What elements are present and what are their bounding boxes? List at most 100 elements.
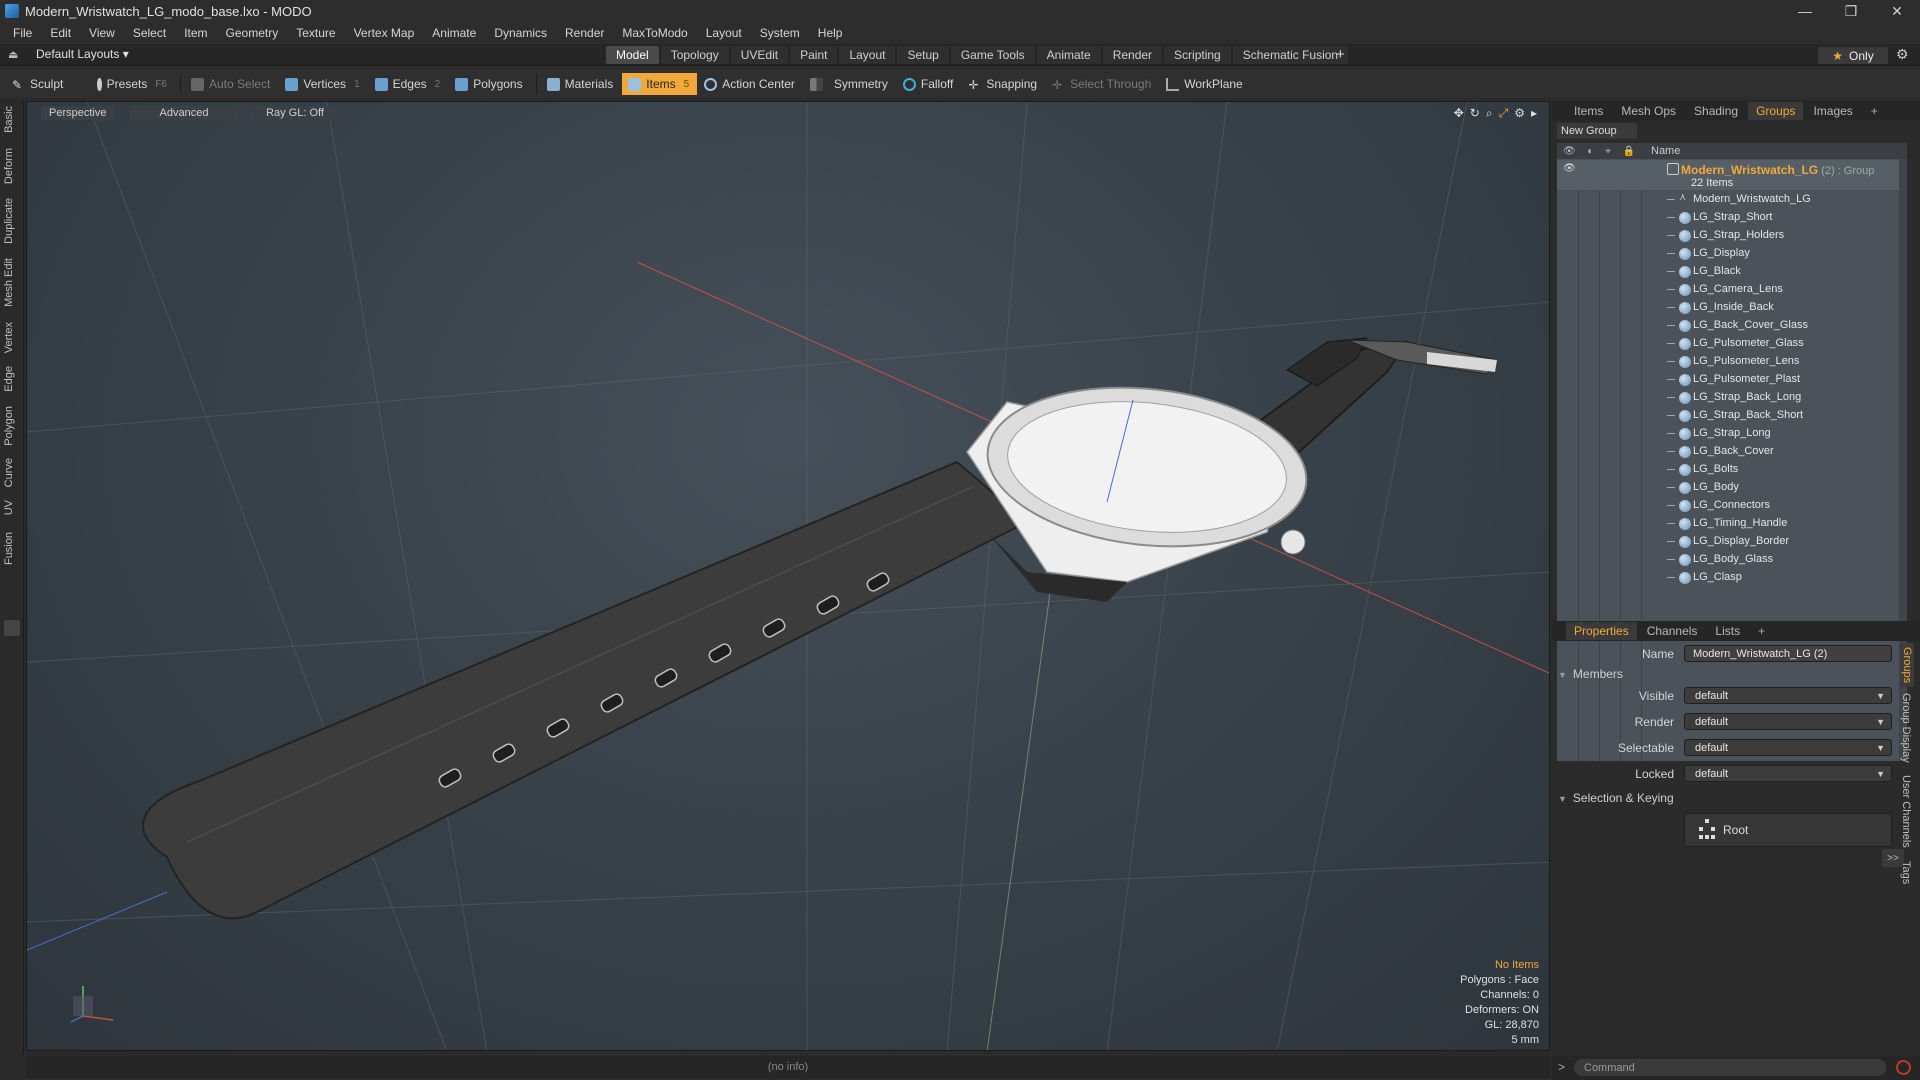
column-name[interactable]: Name (1641, 145, 1680, 157)
close-button[interactable]: ✕ (1874, 0, 1920, 22)
add-props-tab-icon[interactable]: + (1750, 622, 1773, 640)
group-member-row[interactable]: LG_Back_Cover_Glass (1557, 317, 1907, 335)
group-member-row[interactable]: LG_Black (1557, 263, 1907, 281)
3d-viewport[interactable]: Perspective Advanced Ray GL: Off ✥ ↻ ⌕ ⤢… (26, 101, 1550, 1051)
tab-properties[interactable]: Properties (1566, 622, 1637, 640)
tab-groups[interactable]: Groups (1748, 102, 1804, 120)
layout-select[interactable]: Default Layouts ▾ (36, 47, 129, 61)
render-icon[interactable]: ◐ (1587, 146, 1593, 157)
visible-select[interactable]: default ▼ (1684, 687, 1892, 704)
new-group-button[interactable]: New Group (1557, 123, 1637, 139)
tab-schematic-fusion[interactable]: Schematic Fusion (1232, 46, 1349, 64)
left-tab-edge[interactable]: Edge (3, 366, 15, 392)
items-button[interactable]: Items 5 (622, 73, 698, 95)
tab-topology[interactable]: Topology (660, 46, 729, 64)
auto-select-button[interactable]: Auto Select (185, 73, 278, 95)
selectable-select[interactable]: default ▼ (1684, 739, 1892, 756)
group-member-row[interactable]: ⋏ Modern_Wristwatch_LG (1557, 191, 1907, 209)
group-member-row[interactable]: LG_Connectors (1557, 497, 1907, 515)
left-tab-deform[interactable]: Deform (3, 148, 15, 184)
group-member-row[interactable]: LG_Strap_Back_Long (1557, 389, 1907, 407)
tab-scripting[interactable]: Scripting (1164, 46, 1231, 64)
group-member-row[interactable]: LG_Strap_Short (1557, 209, 1907, 227)
only-toggle[interactable]: ★ Only (1818, 47, 1888, 64)
group-member-row[interactable]: LG_Bolts (1557, 461, 1907, 479)
left-tab-mesh-edit[interactable]: Mesh Edit (3, 258, 15, 307)
add-panel-tab-icon[interactable]: + (1863, 102, 1886, 120)
minimize-button[interactable]: — (1782, 0, 1828, 22)
menu-item[interactable]: Item (177, 26, 218, 40)
materials-button[interactable]: Materials (541, 73, 622, 95)
menu-help[interactable]: Help (811, 26, 854, 40)
menu-select[interactable]: Select (126, 26, 177, 40)
left-tab-fusion[interactable]: Fusion (3, 532, 15, 565)
rotate-icon[interactable]: ↻ (1470, 106, 1480, 121)
tab-mesh-ops[interactable]: Mesh Ops (1613, 102, 1684, 120)
tab-model[interactable]: Model (606, 46, 659, 64)
tab-uvedit[interactable]: UVEdit (730, 46, 789, 64)
tab-shading[interactable]: Shading (1686, 102, 1746, 120)
tab-game-tools[interactable]: Game Tools (950, 46, 1035, 64)
raygl-toggle[interactable]: Ray GL: Off (249, 106, 341, 120)
left-panel-toggle[interactable] (4, 620, 20, 636)
menu-vertex-map[interactable]: Vertex Map (347, 26, 426, 40)
record-icon[interactable] (1896, 1060, 1911, 1075)
viewport-gear-icon[interactable]: ⚙ (1514, 106, 1525, 121)
menu-geometry[interactable]: Geometry (219, 26, 290, 40)
add-tab-icon[interactable]: + (1336, 46, 1345, 63)
advanced-toggle[interactable]: Advanced (129, 106, 239, 120)
left-tab-uv[interactable]: UV (3, 500, 15, 515)
tab-images[interactable]: Images (1805, 102, 1860, 120)
group-member-row[interactable]: LG_Pulsometer_Plast (1557, 371, 1907, 389)
side-tab-group-display[interactable]: Group Display (1900, 693, 1912, 763)
group-member-row[interactable]: LG_Strap_Back_Short (1557, 407, 1907, 425)
group-member-row[interactable]: LG_Pulsometer_Lens (1557, 353, 1907, 371)
left-tab-basic[interactable]: Basic (3, 106, 15, 133)
edges-button[interactable]: Edges 2 (369, 73, 449, 95)
root-button[interactable]: Root (1684, 813, 1892, 847)
side-tab-groups[interactable]: Groups (1900, 643, 1914, 688)
group-member-row[interactable]: LG_Strap_Holders (1557, 227, 1907, 245)
group-member-row[interactable]: LG_Back_Cover (1557, 443, 1907, 461)
viewport-menu-icon[interactable]: ▸ (1531, 106, 1537, 121)
group-member-row[interactable]: LG_Clasp (1557, 569, 1907, 587)
menu-system[interactable]: System (753, 26, 811, 40)
tab-render[interactable]: Render (1102, 46, 1163, 64)
group-member-row[interactable]: LG_Timing_Handle (1557, 515, 1907, 533)
gear-icon[interactable]: ⚙ (1896, 46, 1909, 63)
side-tab-user-channels[interactable]: User Channels (1900, 775, 1912, 848)
falloff-button[interactable]: Falloff (897, 73, 961, 95)
members-section[interactable]: ▼ Members (1558, 667, 1623, 681)
menu-view[interactable]: View (82, 26, 126, 40)
perspective-toggle[interactable]: Perspective (41, 106, 115, 120)
menu-maxtomodo[interactable]: MaxToModo (615, 26, 698, 40)
group-member-row[interactable]: LG_Body_Glass (1557, 551, 1907, 569)
snapping-button[interactable]: ✛ Snapping (962, 73, 1045, 95)
eye-icon[interactable]: 👁 (1563, 146, 1576, 157)
layout-up-icon[interactable]: ⏏ (8, 48, 18, 61)
vertices-button[interactable]: Vertices 1 (279, 73, 367, 95)
pan-icon[interactable]: ✥ (1454, 106, 1464, 121)
tab-channels[interactable]: Channels (1639, 622, 1706, 640)
tab-paint[interactable]: Paint (790, 46, 838, 64)
restore-button[interactable]: ❐ (1828, 0, 1874, 22)
workplane-button[interactable]: WorkPlane (1160, 73, 1250, 95)
select-through-button[interactable]: ✛ Select Through (1046, 73, 1159, 95)
menu-edit[interactable]: Edit (43, 26, 82, 40)
sculpt-button[interactable]: ✎ Sculpt (6, 73, 90, 95)
menu-dynamics[interactable]: Dynamics (487, 26, 558, 40)
left-tab-curve[interactable]: Curve (3, 458, 15, 487)
group-member-row[interactable]: LG_Strap_Long (1557, 425, 1907, 443)
menu-render[interactable]: Render (558, 26, 615, 40)
render-select[interactable]: default ▼ (1684, 713, 1892, 730)
left-tab-duplicate[interactable]: Duplicate (3, 198, 15, 244)
group-member-row[interactable]: LG_Pulsometer_Glass (1557, 335, 1907, 353)
tab-items[interactable]: Items (1566, 102, 1611, 120)
tab-setup[interactable]: Setup (897, 46, 949, 64)
presets-button[interactable]: Presets F6 (91, 73, 175, 95)
tab-lists[interactable]: Lists (1707, 622, 1748, 640)
group-member-row[interactable]: LG_Display (1557, 245, 1907, 263)
select-icon[interactable]: ⌖ (1605, 146, 1611, 157)
menu-layout[interactable]: Layout (699, 26, 753, 40)
symmetry-button[interactable]: Symmetry (804, 73, 896, 95)
